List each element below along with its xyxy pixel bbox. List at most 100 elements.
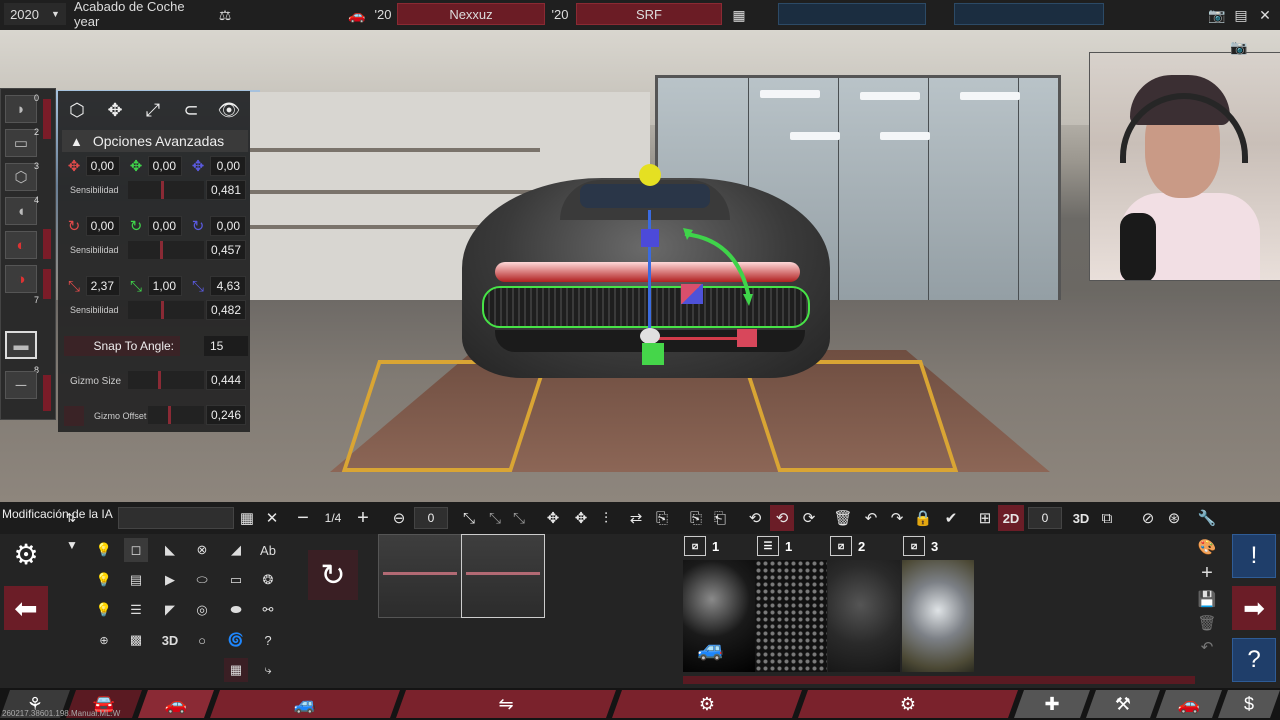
rectangle-shape-icon[interactable]: ◻ [124, 538, 148, 562]
slider-knob[interactable] [158, 371, 161, 389]
snap-to-angle-label[interactable]: Snap To Angle: [64, 336, 180, 356]
material-slot-1-header[interactable]: ⧄ 1 [684, 536, 719, 556]
rotation-sensitivity-slider[interactable] [128, 241, 204, 259]
hook-shape-icon[interactable]: ⤷ [256, 658, 280, 682]
eye-icon[interactable]: 👁 [210, 91, 248, 129]
nav-drivetrain[interactable]: ✚ [1014, 690, 1090, 718]
rotation-y-field[interactable]: 0,00 [148, 216, 182, 236]
nav-engine[interactable]: ⚙ [612, 690, 802, 718]
position-y-field[interactable]: 0,00 [148, 156, 182, 176]
wheel-icon[interactable]: ⊛ [1162, 505, 1186, 531]
rim-shape-icon[interactable]: ❂ [256, 568, 280, 592]
nav-cost[interactable]: $ [1218, 690, 1280, 718]
ring-shape-icon[interactable]: ◎ [190, 598, 214, 622]
resize-y-icon[interactable]: ⤡ [484, 505, 506, 531]
nav-testing[interactable]: 🚗 [1156, 690, 1222, 718]
part-thumb[interactable]: ◐ [5, 231, 37, 259]
pill-shape-icon[interactable]: ⬬ [224, 598, 248, 622]
scale-icon[interactable]: ⚖ [214, 4, 236, 26]
align-icon[interactable]: ⫶ [596, 505, 616, 531]
scale-sensitivity-slider[interactable] [128, 301, 204, 319]
part-thumb[interactable]: ⬡ [5, 163, 37, 191]
part-thumb[interactable]: ◖ [5, 197, 37, 225]
stack-shape-icon[interactable]: ☰ [124, 598, 148, 622]
position-x-field[interactable]: 0,00 [86, 156, 120, 176]
delete-icon[interactable]: 🗑 [832, 505, 854, 531]
scale-x-field[interactable]: 2,37 [86, 276, 120, 296]
move-tool-icon[interactable]: ✥ [542, 505, 564, 531]
paste-icon[interactable]: ⎘ [652, 505, 672, 531]
mode-value-field[interactable]: 0 [1028, 507, 1062, 529]
copy-icon[interactable]: ⎘ [686, 505, 706, 531]
back-arrow-button[interactable]: ⬅ [4, 586, 48, 630]
scale-y-field[interactable]: 1,00 [148, 276, 182, 296]
clear-icon[interactable]: ✕ [262, 505, 282, 531]
gizmo-axis-x[interactable] [650, 337, 745, 340]
scale-z-field[interactable]: 4,63 [210, 276, 246, 296]
gizmo-rotation-arc[interactable] [683, 228, 753, 306]
material-slot-4-header[interactable]: ⧄ 3 [903, 536, 938, 556]
scale-sensitivity-value[interactable]: 0,482 [206, 300, 246, 320]
alert-button[interactable]: ! [1232, 534, 1276, 578]
connector-shape-icon[interactable]: ⚯ [256, 598, 280, 622]
rotation-z-field[interactable]: 0,00 [210, 216, 246, 236]
position-sensitivity-slider[interactable] [128, 181, 204, 199]
material-gloss-black[interactable]: 🚙 [683, 560, 755, 672]
rotation-sensitivity-value[interactable]: 0,457 [206, 240, 246, 260]
blue-slot-1[interactable] [778, 3, 926, 25]
add-icon[interactable]: + [1196, 562, 1218, 584]
move-icon[interactable]: ✥ [96, 91, 134, 129]
trash-icon[interactable]: 🗑 [1196, 612, 1218, 634]
badge-shape-icon[interactable]: ▭ [224, 568, 248, 592]
part-thumb[interactable]: ─ [5, 371, 37, 399]
part-thumb[interactable]: ▭ [5, 129, 37, 157]
material-mesh[interactable] [755, 560, 827, 672]
help-button[interactable]: ? [1232, 638, 1276, 682]
swirl-shape-icon[interactable]: 🌀 [224, 628, 248, 652]
distribute-icon[interactable]: ⇄ [624, 505, 648, 531]
year-select[interactable]: 2020 ▼ [4, 3, 66, 25]
mode-2d-button[interactable]: 2D [998, 505, 1024, 531]
mode-3d-button[interactable]: 3D [1068, 505, 1094, 531]
snap-to-angle-value[interactable]: 15 [204, 336, 248, 356]
flag-shape-icon[interactable]: ▶ [158, 568, 182, 592]
confirm-icon[interactable]: ✔ [940, 505, 962, 531]
light-icon[interactable]: 💡 [92, 538, 116, 562]
scale-icon[interactable]: ⤢ [134, 91, 172, 129]
nav-fixtures[interactable]: 🚙 [210, 690, 400, 718]
gizmo-offset-value[interactable]: 0,246 [206, 405, 246, 425]
gizmo-offset-toggle[interactable] [64, 406, 84, 426]
nav-body-design[interactable]: 🚗 [138, 690, 214, 718]
slider-knob[interactable] [168, 406, 171, 424]
material-slot-3-header[interactable]: ⧄ 2 [830, 536, 865, 556]
increase-button[interactable]: + [352, 505, 374, 531]
settings-gear-icon[interactable]: ⚙ [4, 532, 48, 576]
wrench-icon[interactable]: 🔧 [1196, 505, 1218, 531]
lock-icon[interactable]: 🔒 [912, 505, 934, 531]
gizmo-size-value[interactable]: 0,444 [206, 370, 246, 390]
calculator-icon[interactable]: ▦ [236, 505, 258, 531]
material-matte[interactable] [828, 560, 900, 672]
palette-icon[interactable]: 🎨 [1196, 536, 1218, 558]
swap-arrows-icon[interactable]: ⇅ [62, 505, 80, 531]
redo-icon[interactable]: ↷ [886, 505, 908, 531]
oval-shape-icon[interactable]: ⬭ [190, 568, 214, 592]
no-symbol-icon[interactable]: ⊘ [1136, 505, 1160, 531]
shape-preview-1[interactable] [378, 534, 462, 618]
blade-shape-icon[interactable]: ◢ [224, 538, 248, 562]
specs-icon[interactable]: ▦ [728, 4, 750, 26]
vent-shape-icon[interactable]: ▤ [124, 568, 148, 592]
position-z-field[interactable]: 0,00 [210, 156, 246, 176]
wedge-shape-icon[interactable]: ◤ [158, 598, 182, 622]
resize-z-icon[interactable]: ⤡ [508, 505, 530, 531]
gizmo-center[interactable] [640, 328, 660, 344]
resize-x-icon[interactable]: ⤡ [458, 505, 480, 531]
duplicate-icon[interactable]: ⎗ [710, 505, 730, 531]
circle-cross-icon[interactable]: ⊗ [190, 538, 214, 562]
engine-name-button[interactable]: Nexxuz [397, 3, 545, 25]
rotation-x-field[interactable]: 0,00 [86, 216, 120, 236]
shape-preview-2[interactable] [461, 534, 545, 618]
nav-chassis[interactable]: ⚙ [798, 690, 1018, 718]
gizmo-offset-slider[interactable] [148, 406, 204, 424]
menu-icon[interactable]: ▤ [1230, 4, 1252, 26]
